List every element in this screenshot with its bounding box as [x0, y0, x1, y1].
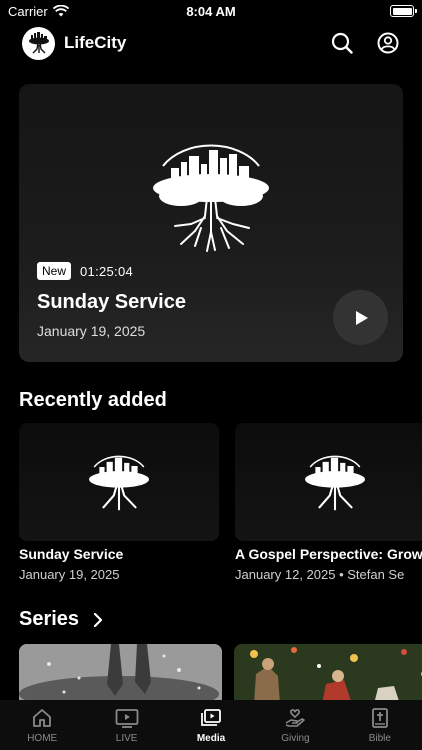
recent-item-title: A Gospel Perspective: Grow	[235, 546, 422, 562]
tree-city-logo-icon	[153, 144, 269, 252]
profile-button[interactable]	[376, 31, 400, 55]
app-title: LifeCity	[64, 33, 127, 52]
bible-icon	[371, 708, 388, 728]
hero-title: Sunday Service	[37, 291, 186, 313]
tree-city-logo-icon	[305, 455, 365, 511]
tv-play-icon	[115, 709, 139, 728]
tab-media[interactable]: Media	[169, 700, 253, 750]
giving-icon	[286, 709, 306, 727]
tab-live[interactable]: LIVE	[84, 700, 168, 750]
recent-item-date: January 19, 2025	[19, 567, 120, 582]
app-logo[interactable]	[22, 26, 55, 60]
status-bar: Carrier 8:04 AM	[0, 0, 422, 22]
recently-added-heading: Recently added	[19, 389, 167, 411]
tab-label: HOME	[27, 733, 58, 744]
wifi-icon	[52, 5, 69, 17]
bottom-tab-bar: HOME LIVE Media Giving Bible	[0, 700, 422, 750]
battery-icon	[390, 5, 417, 17]
recent-item-date: January 12, 2025 • Stefan Se	[235, 567, 405, 582]
hero-date: January 19, 2025	[37, 323, 146, 339]
recent-thumbnail	[235, 423, 422, 541]
series-thumbnail-rain	[19, 644, 222, 702]
tab-bible[interactable]: Bible	[338, 700, 422, 750]
series-heading: Series	[19, 608, 80, 630]
play-button[interactable]	[333, 290, 388, 345]
tab-label: Giving	[281, 733, 310, 744]
tab-label: Bible	[368, 733, 391, 744]
recent-item[interactable]: A Gospel Perspective: Grow January 12, 2…	[235, 423, 422, 582]
series-carousel[interactable]	[19, 644, 422, 702]
carrier-label: Carrier	[8, 3, 48, 19]
tab-giving[interactable]: Giving	[253, 700, 337, 750]
profile-icon	[377, 32, 399, 54]
recent-item[interactable]: Sunday Service January 19, 2025	[19, 423, 219, 582]
new-badge: New	[37, 262, 72, 280]
recent-item-title: Sunday Service	[19, 546, 124, 562]
series-thumbnail-nativity	[234, 644, 422, 702]
recent-thumbnail	[19, 423, 219, 541]
tab-label: Media	[196, 733, 226, 744]
search-button[interactable]	[330, 31, 354, 55]
series-item[interactable]	[19, 644, 222, 702]
tab-label: LIVE	[115, 733, 138, 744]
media-icon	[201, 709, 221, 726]
play-icon	[355, 310, 368, 325]
tree-city-logo-icon	[28, 32, 49, 54]
home-icon	[33, 709, 52, 727]
featured-video-card[interactable]: New 01:25:04 Sunday Service January 19, …	[19, 84, 403, 362]
chevron-right-icon	[93, 612, 103, 627]
recently-added-carousel[interactable]: Sunday Service January 19, 2025 A Gospel…	[19, 423, 422, 588]
video-duration: 01:25:04	[80, 263, 134, 279]
tab-home[interactable]: HOME	[0, 700, 84, 750]
search-icon	[331, 32, 353, 54]
series-item[interactable]	[234, 644, 422, 702]
series-section-link[interactable]: Series	[19, 608, 103, 631]
app-header: LifeCity	[22, 26, 400, 60]
tree-city-logo-icon	[89, 455, 149, 511]
